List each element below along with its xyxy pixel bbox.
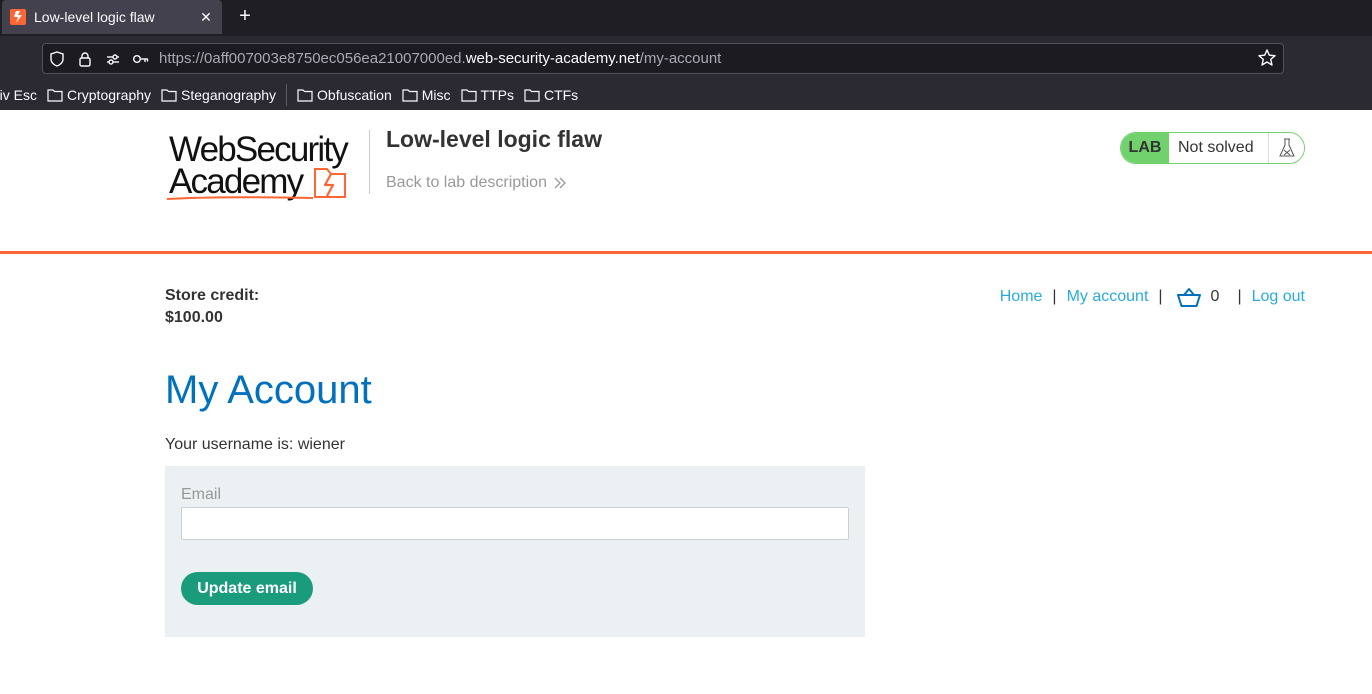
nav-separator: | <box>1237 288 1242 305</box>
bookmark-label: Cryptography <box>67 87 152 103</box>
back-link-label: Back to lab description <box>386 174 547 191</box>
url-path: /my-account <box>639 50 722 67</box>
shield-icon[interactable] <box>43 45 71 73</box>
bookmark-misc[interactable]: Misc <box>402 87 451 103</box>
cart-link[interactable]: 0 <box>1176 287 1238 307</box>
bookmark-label: riv Esc <box>0 87 37 103</box>
bookmark-cryptography[interactable]: Cryptography <box>47 87 151 103</box>
logo-underline-icon <box>166 196 314 200</box>
nav-logout-link[interactable]: Log out <box>1252 288 1305 306</box>
bookmark-label: Obfuscation <box>317 87 392 103</box>
lab-badge: LAB <box>1121 133 1169 163</box>
bookmark-ctfs[interactable]: CTFs <box>524 87 578 103</box>
flask-icon <box>1268 133 1304 163</box>
lab-status-widget: LAB Not solved <box>1120 132 1305 164</box>
username-text: Your username is: wiener <box>165 436 345 453</box>
back-to-lab-description-link[interactable]: Back to lab description <box>386 174 567 192</box>
bookmark-steganography[interactable]: Steganography <box>161 87 276 103</box>
bookmark-label: TTPs <box>480 87 514 103</box>
new-tab-button[interactable]: + <box>234 4 256 30</box>
url-text[interactable]: https://0aff007003e8750ec056ea21007000ed… <box>159 50 721 67</box>
logo-bolt-icon <box>314 168 346 198</box>
bookmark-ttps[interactable]: TTPs <box>460 87 514 103</box>
lock-icon[interactable] <box>71 45 99 73</box>
store-credit-label: Store credit: <box>165 287 260 304</box>
double-chevron-right-icon <box>554 177 566 189</box>
change-email-form: Email Update email <box>165 466 865 637</box>
key-icon[interactable] <box>127 45 155 73</box>
email-label: Email <box>181 486 222 503</box>
lab-status-text: Not solved <box>1169 133 1268 163</box>
permissions-icon[interactable] <box>99 45 127 73</box>
browser-tab[interactable]: Low-level logic flaw ✕ <box>2 0 222 34</box>
browser-nav-bar: https://0aff007003e8750ec056ea21007000ed… <box>0 36 1372 80</box>
bookmark-separator <box>286 84 288 106</box>
update-email-button[interactable]: Update email <box>181 572 313 605</box>
cart-count: 0 <box>1210 288 1220 305</box>
folder-icon <box>161 89 177 102</box>
tab-title: Low-level logic flaw <box>34 9 155 25</box>
nav-separator: | <box>1052 288 1057 305</box>
header-divider <box>369 130 370 194</box>
bookmark-priv-esc[interactable]: riv Esc <box>0 87 37 103</box>
bookmark-label: Misc <box>421 87 451 103</box>
url-host: web-security-academy.net <box>465 50 640 67</box>
email-field[interactable] <box>181 507 849 540</box>
lab-header: WebSecurity Academy Low-level logic flaw… <box>0 110 1372 254</box>
page-title: My Account <box>165 368 372 412</box>
nav-my-account-link[interactable]: My account <box>1067 288 1149 306</box>
bookmark-obfuscation[interactable]: Obfuscation <box>297 87 392 103</box>
shopping-basket-icon <box>1176 288 1201 307</box>
folder-icon <box>297 89 313 102</box>
browser-tab-bar: Low-level logic flaw ✕ + <box>0 0 1372 36</box>
tab-close-icon[interactable]: ✕ <box>198 9 214 26</box>
page-content: WebSecurity Academy Low-level logic flaw… <box>0 110 1372 694</box>
web-security-academy-logo[interactable]: WebSecurity Academy <box>165 130 370 204</box>
bookmark-label: CTFs <box>543 87 579 103</box>
nav-home-link[interactable]: Home <box>1000 288 1043 306</box>
url-prefix: https://0aff007003e8750ec056ea21007000ed… <box>159 50 466 67</box>
lab-title: Low-level logic flaw <box>386 126 602 152</box>
store-credit-value: $100.00 <box>165 309 223 326</box>
nav-separator: | <box>1158 288 1163 305</box>
folder-icon <box>402 89 418 102</box>
folder-icon <box>460 89 477 102</box>
bookmarks-toolbar: riv Esc Cryptography Steganography Obfus… <box>0 80 1372 110</box>
url-bar[interactable]: https://0aff007003e8750ec056ea21007000ed… <box>42 43 1284 74</box>
folder-icon <box>524 89 540 102</box>
folder-icon <box>47 89 63 102</box>
bookmark-star-icon[interactable] <box>1257 48 1277 73</box>
portswigger-favicon-icon <box>10 9 26 25</box>
top-navigation: Home | My account | 0 | Log out <box>1000 287 1305 307</box>
bookmark-label: Steganography <box>181 87 277 103</box>
